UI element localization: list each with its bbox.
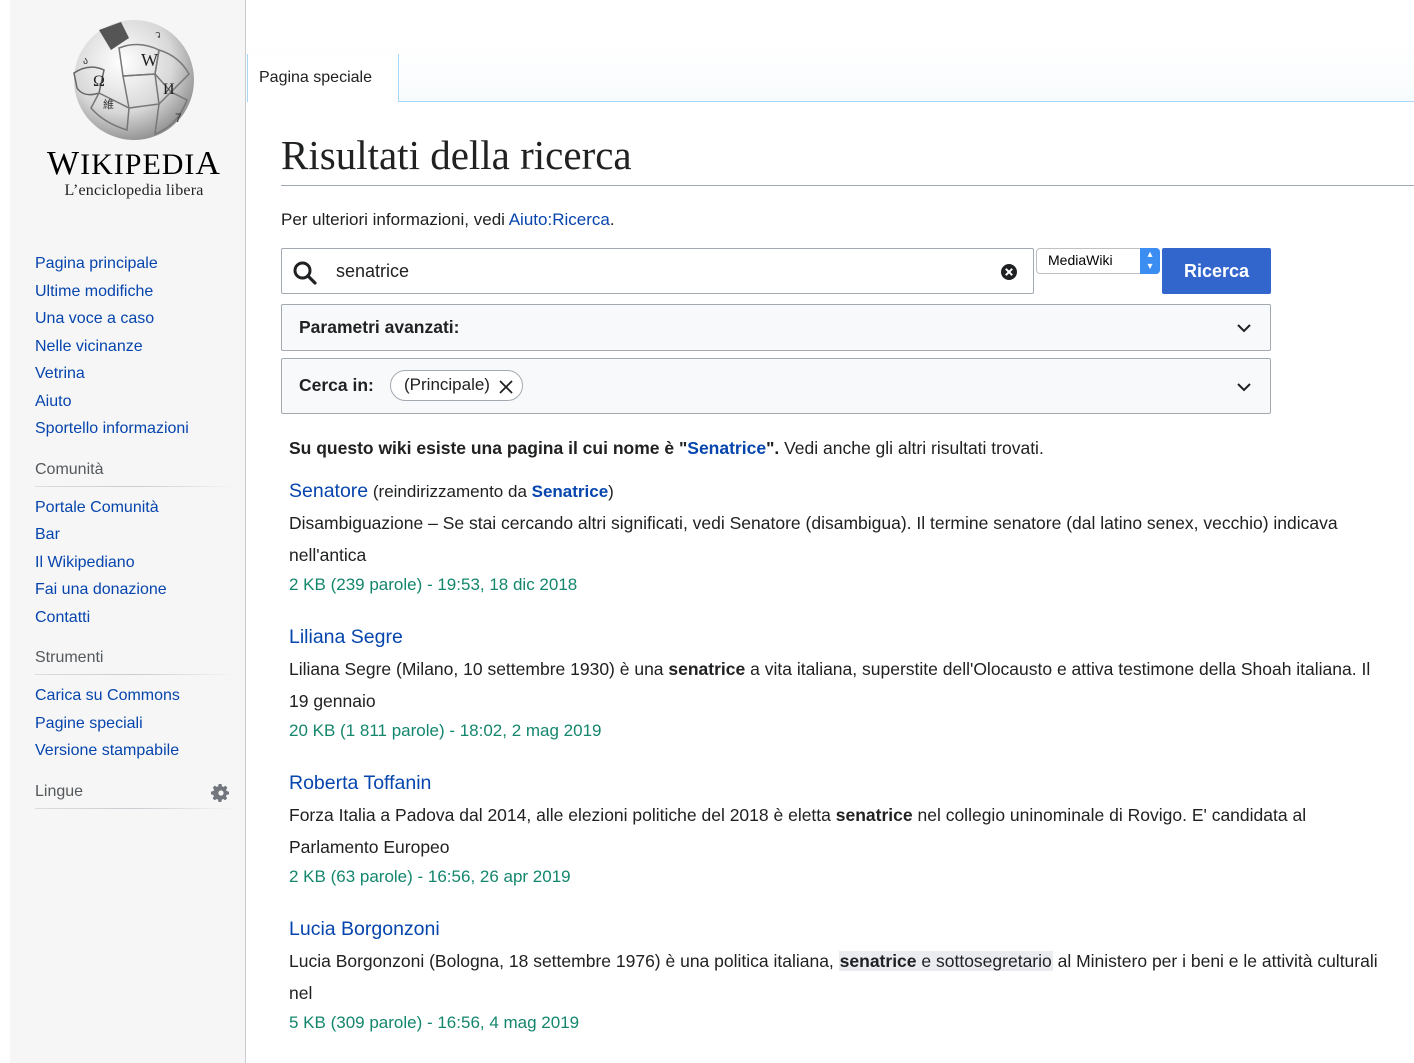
nav-info-desk[interactable]: Sportello informazioni	[35, 415, 235, 443]
snippet-part: Forza Italia a Padova dal 2014, alle ele…	[289, 805, 836, 825]
languages-label: Lingue	[35, 782, 84, 800]
result-meta: 20 KB (1 811 parole) - 18:02, 2 mag 2019	[289, 721, 602, 740]
exact-match-link[interactable]: Senatrice	[687, 438, 766, 458]
svg-text:維: 維	[103, 98, 114, 111]
result-snippet: Liliana Segre (Milano, 10 settembre 1930…	[289, 653, 1389, 717]
sidebar: W Ω И 維 7 ว ა WIKIPEDIA L’enciclopedia l…	[10, 0, 246, 1063]
svg-text:И: И	[163, 81, 175, 98]
search-row: MediaWiki ▴▾ Ricerca	[281, 248, 1271, 294]
tab-bar: Pagina speciale	[247, 44, 1414, 102]
snippet-part: e sottosegretario	[916, 951, 1052, 971]
snippet-match: senatrice	[835, 805, 913, 825]
nav-recent-changes[interactable]: Ultime modifiche	[35, 278, 235, 306]
redirect-link[interactable]: Senatrice	[532, 482, 609, 501]
exact-match-prefix: Su questo wiki esiste una pagina il cui …	[289, 438, 688, 458]
svg-text:Ω: Ω	[93, 73, 105, 90]
redirect-link-label: Senatrice	[531, 482, 609, 501]
snippet-highlight: senatrice e sottosegretario	[838, 951, 1053, 971]
nav-main-page[interactable]: Pagina principale	[35, 250, 235, 278]
svg-text:W: W	[141, 50, 158, 70]
redirect-suffix: )	[608, 482, 614, 501]
svg-text:ა: ა	[83, 56, 88, 67]
nav-wikipedian[interactable]: Il Wikipediano	[35, 549, 235, 577]
snippet-match: senatrice	[668, 659, 746, 679]
result-meta: 2 KB (63 parole) - 16:56, 26 apr 2019	[289, 867, 571, 886]
nav-random-article[interactable]: Una voce a caso	[35, 305, 235, 333]
search-results: Su questo wiki esiste una pagina il cui …	[289, 438, 1389, 1063]
namespace-selector[interactable]: Cerca in: (Principale)	[281, 358, 1271, 414]
list-item: Senatore (reindirizzamento da Senatrice)…	[289, 479, 1389, 599]
namespace-chip[interactable]: (Principale)	[390, 370, 523, 401]
select-arrows-icon: ▴ ▾	[1140, 248, 1160, 274]
gear-icon[interactable]	[211, 783, 231, 803]
wikipedia-globe-icon: W Ω И 維 7 ว ა	[73, 20, 194, 140]
advanced-parameters-toggle[interactable]: Parametri avanzati:	[281, 304, 1271, 351]
nav-upload-commons[interactable]: Carica su Commons	[35, 682, 235, 710]
exact-match-notice: Su questo wiki esiste una pagina il cui …	[289, 438, 1389, 459]
svg-text:7: 7	[175, 111, 182, 125]
list-item: Roberta Toffanin Forza Italia a Padova d…	[289, 771, 1389, 891]
svg-text:ว: ว	[155, 30, 161, 41]
page-title: Risultati della ricerca	[281, 102, 1414, 186]
redirect-note: (reindirizzamento da Senatrice)	[368, 482, 614, 501]
search-button[interactable]: Ricerca	[1162, 248, 1271, 294]
result-title-link[interactable]: Senatore	[289, 480, 368, 502]
nav-main: Pagina principale Ultime modifiche Una v…	[35, 250, 235, 816]
advanced-parameters-label: Parametri avanzati:	[299, 317, 460, 337]
search-input[interactable]	[334, 257, 984, 285]
namespace-label: Cerca in:	[299, 375, 374, 395]
snippet-part: Lucia Borgonzoni (Bologna, 18 settembre …	[289, 951, 839, 971]
result-title-link[interactable]: Lucia Borgonzoni	[289, 918, 440, 940]
tools-heading: Strumenti	[35, 647, 235, 675]
exact-match-suffix: ".	[766, 438, 780, 458]
nav-nearby[interactable]: Nelle vicinanze	[35, 333, 235, 361]
nav-special-pages[interactable]: Pagine speciali	[35, 710, 235, 738]
chevron-down-icon	[1237, 383, 1251, 392]
search-engine-select[interactable]: MediaWiki ▴ ▾	[1036, 248, 1160, 274]
remove-chip-icon[interactable]	[498, 379, 514, 395]
search-box	[281, 248, 1034, 294]
nav-bar[interactable]: Bar	[35, 521, 235, 549]
result-snippet: Forza Italia a Padova dal 2014, alle ele…	[289, 799, 1389, 863]
result-title-link[interactable]: Roberta Toffanin	[289, 772, 431, 794]
snippet-part: Liliana Segre (Milano, 10 settembre 1930…	[289, 659, 669, 679]
nav-featured[interactable]: Vetrina	[35, 360, 235, 388]
info-line: Per ulteriori informazioni, vedi Aiuto:R…	[281, 210, 1414, 230]
main-content: Risultati della ricerca Per ulteriori in…	[281, 102, 1414, 1032]
nav-contacts[interactable]: Contatti	[35, 604, 235, 632]
result-meta: 5 KB (309 parole) - 16:56, 4 mag 2019	[289, 1013, 580, 1032]
community-heading: Comunità	[35, 458, 235, 487]
nav-printable[interactable]: Versione stampabile	[35, 737, 235, 765]
nav-help[interactable]: Aiuto	[35, 388, 235, 416]
wordmark: WIKIPEDIA	[47, 145, 221, 182]
chevron-down-icon	[1237, 324, 1251, 333]
help-search-link[interactable]: Aiuto:Ricerca	[509, 210, 610, 229]
tab-special-page[interactable]: Pagina speciale	[247, 54, 399, 102]
nav-community-portal[interactable]: Portale Comunità	[35, 494, 235, 522]
list-item: Liliana Segre Liliana Segre (Milano, 10 …	[289, 625, 1389, 745]
namespace-chip-label: (Principale)	[404, 375, 490, 394]
redirect-prefix: (reindirizzamento da	[368, 482, 532, 501]
result-snippet: Lucia Borgonzoni (Bologna, 18 settembre …	[289, 945, 1389, 1009]
languages-heading: Lingue	[35, 780, 235, 809]
search-engine-value: MediaWiki	[1048, 252, 1113, 268]
nav-donate[interactable]: Fai una donazione	[35, 576, 235, 604]
result-title-link[interactable]: Liliana Segre	[289, 626, 403, 648]
wikipedia-logo[interactable]: W Ω И 維 7 ว ა WIKIPEDIA L’enciclopedia l…	[36, 8, 232, 208]
search-icon	[293, 261, 317, 285]
result-snippet: Disambiguazione – Se stai cercando altri…	[289, 513, 1338, 565]
tagline: L’enciclopedia libera	[64, 182, 204, 199]
snippet-match: senatrice	[839, 951, 917, 971]
see-also-text: Vedi anche gli altri risultati trovati.	[779, 438, 1044, 458]
clear-search-icon[interactable]	[1000, 263, 1018, 281]
info-suffix: .	[609, 210, 615, 229]
result-meta: 2 KB (239 parole) - 19:53, 18 dic 2018	[289, 575, 578, 594]
list-item: Lucia Borgonzoni Lucia Borgonzoni (Bolog…	[289, 917, 1389, 1037]
info-prefix: Per ulteriori informazioni, vedi	[281, 210, 509, 229]
